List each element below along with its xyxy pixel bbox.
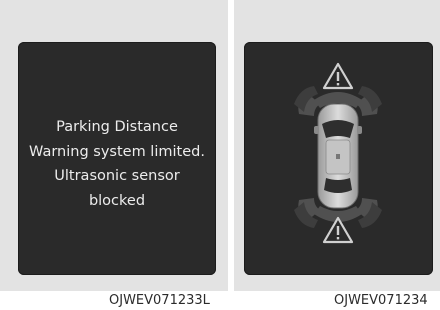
cluster-display-left: Parking Distance Warning system limited.… [18, 42, 216, 275]
left-panel: Parking Distance Warning system limited.… [0, 0, 228, 291]
right-panel [234, 0, 440, 291]
figure-code-left: OJWEV071233L [109, 293, 210, 308]
parking-sensor-graphic [294, 62, 382, 244]
car-top-view-icon [314, 103, 362, 209]
message-line-3: Ultrasonic sensor [54, 168, 180, 184]
message-line-4: blocked [88, 192, 146, 209]
message-line-1: Parking Distance [56, 119, 178, 135]
warning-message: Parking Distance Warning system limited.… [18, 115, 216, 213]
message-line-2: Warning system limited. [29, 143, 205, 160]
figure-code-right: OJWEV071234 [334, 293, 428, 308]
rear-warning-triangle-icon [322, 216, 354, 244]
cluster-display-right [244, 42, 433, 275]
front-warning-triangle-icon [322, 62, 354, 90]
